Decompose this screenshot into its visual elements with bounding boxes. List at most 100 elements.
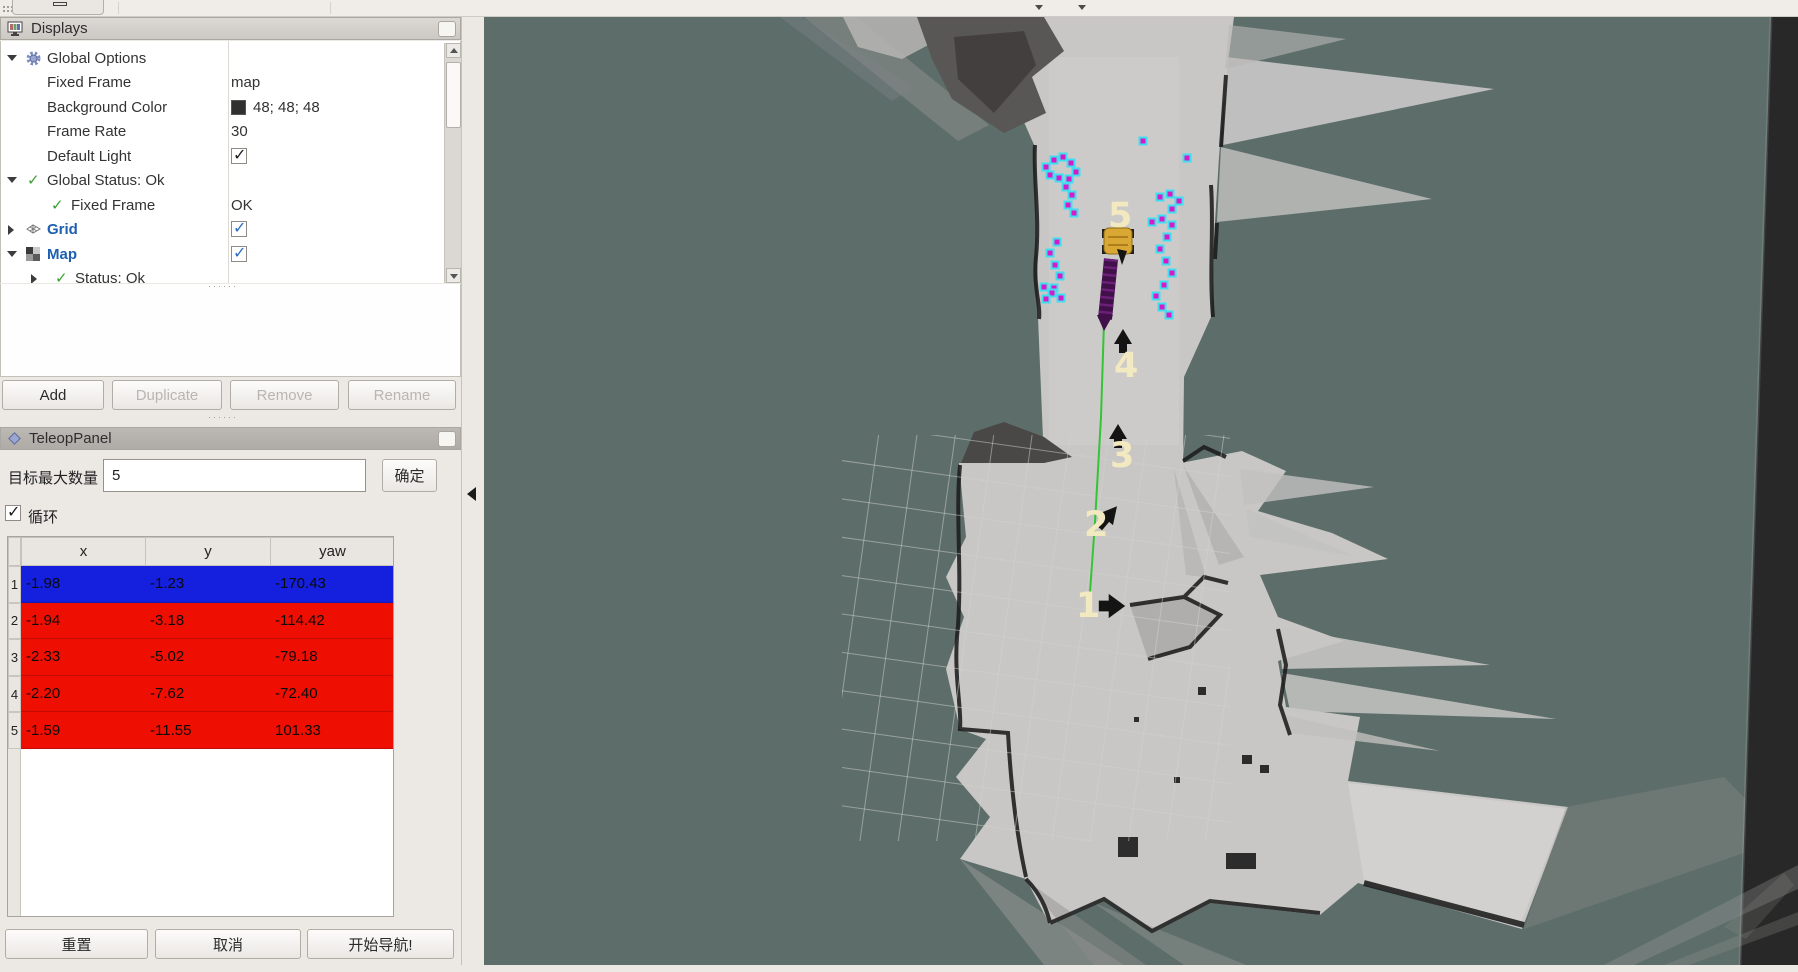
displays-panel-title: Displays xyxy=(31,20,88,37)
tree-label: Status: Ok xyxy=(75,270,145,283)
tree-label: Fixed Frame xyxy=(71,197,155,214)
row-number[interactable]: 1 xyxy=(8,566,21,603)
confirm-button[interactable]: 确定 xyxy=(382,459,437,492)
row-number[interactable]: 2 xyxy=(8,603,21,640)
goal-cell-y[interactable]: -1.23 xyxy=(145,566,271,603)
status-ok-check-icon: ✓ xyxy=(27,171,40,189)
tree-row-fixed-frame-status[interactable]: ✓ Fixed Frame OK xyxy=(1,194,444,218)
row-number[interactable]: 4 xyxy=(8,676,21,713)
start-navigation-button[interactable]: 开始导航! xyxy=(307,929,454,959)
tree-row-background-color[interactable]: Background Color 48; 48; 48 xyxy=(1,96,444,120)
top-toolbar xyxy=(0,0,1798,17)
max-goal-label: 目标最大数量 xyxy=(8,467,98,488)
expander-right-icon[interactable] xyxy=(31,274,37,283)
status-ok-check-icon: ✓ xyxy=(55,269,68,283)
goal-cell-yaw[interactable]: -114.42 xyxy=(270,603,394,640)
fixed-frame-value[interactable]: map xyxy=(231,74,260,91)
status-ok-check-icon: ✓ xyxy=(51,196,64,214)
expander-down-icon[interactable] xyxy=(7,55,17,61)
goal-cell-yaw[interactable]: 101.33 xyxy=(270,712,394,749)
grid-enabled-checkbox[interactable] xyxy=(231,221,247,237)
tree-row-map[interactable]: Map xyxy=(1,243,444,267)
rename-display-button[interactable]: Rename xyxy=(348,380,456,410)
waypoint-label: 1 xyxy=(1076,586,1100,626)
tree-label: Grid xyxy=(47,221,78,238)
goal-table[interactable]: x y yaw 1-1.98-1.23-170.432-1.94-3.18-11… xyxy=(7,536,394,917)
tree-row-global-options[interactable]: Global Options xyxy=(1,47,444,71)
dock-collapse-arrow-icon[interactable] xyxy=(467,487,476,501)
toolbar-tool-button[interactable] xyxy=(12,0,104,15)
goal-cell-yaw[interactable]: -170.43 xyxy=(270,566,394,603)
expander-right-icon[interactable] xyxy=(8,225,14,235)
loop-checkbox[interactable] xyxy=(5,505,21,521)
gear-icon xyxy=(25,50,42,67)
goal-cell-x[interactable]: -2.20 xyxy=(21,676,146,713)
waypoint-label: 2 xyxy=(1084,505,1108,545)
fixed-frame-status-value: OK xyxy=(231,197,253,214)
dropdown-arrow-icon[interactable] xyxy=(1035,5,1043,10)
dock-splitter-dots[interactable]: ······ xyxy=(208,412,238,422)
tree-row-default-light[interactable]: Default Light xyxy=(1,145,444,169)
goal-cell-x[interactable]: -1.94 xyxy=(21,603,146,640)
column-header-x[interactable]: x xyxy=(21,537,146,566)
background-color-value[interactable]: 48; 48; 48 xyxy=(253,99,320,116)
goal-cell-y[interactable]: -5.02 xyxy=(145,639,271,676)
goal-cell-y[interactable]: -7.62 xyxy=(145,676,271,713)
dock-edge xyxy=(461,17,462,965)
goal-cell-y[interactable]: -3.18 xyxy=(145,603,271,640)
duplicate-display-button[interactable]: Duplicate xyxy=(112,380,222,410)
map-enabled-checkbox[interactable] xyxy=(231,246,247,262)
column-header-yaw[interactable]: yaw xyxy=(270,537,394,566)
map-viewport[interactable]: 12345 xyxy=(484,17,1798,965)
max-goal-input[interactable] xyxy=(103,459,366,492)
row-number[interactable]: 3 xyxy=(8,639,21,676)
tree-row-frame-rate[interactable]: Frame Rate 30 xyxy=(1,120,444,144)
goal-cell-x[interactable]: -2.33 xyxy=(21,639,146,676)
tool-icon xyxy=(53,2,67,6)
displays-icon xyxy=(7,21,24,37)
tree-label: Global Status: Ok xyxy=(47,172,165,189)
displays-panel-header[interactable]: Displays xyxy=(0,17,461,40)
column-header-y[interactable]: y xyxy=(145,537,271,566)
displays-list-empty-area[interactable] xyxy=(0,284,461,377)
remove-display-button[interactable]: Remove xyxy=(230,380,339,410)
teleop-panel-title: TeleopPanel xyxy=(29,430,112,447)
scrollbar-thumb[interactable] xyxy=(446,62,461,128)
tree-label: Default Light xyxy=(47,148,131,165)
reset-button[interactable]: 重置 xyxy=(5,929,148,959)
tree-label: Frame Rate xyxy=(47,123,126,140)
grid-display-icon xyxy=(25,222,42,236)
default-light-checkbox[interactable] xyxy=(231,148,247,164)
dock-splitter-dots[interactable]: ······ xyxy=(208,281,238,291)
scroll-down-button[interactable] xyxy=(446,268,461,283)
dropdown-arrow-icon[interactable] xyxy=(1078,5,1086,10)
goal-cell-y[interactable]: -11.55 xyxy=(145,712,271,749)
toolbar-separator xyxy=(118,2,119,14)
row-number[interactable]: 5 xyxy=(8,712,21,749)
loop-label: 循环 xyxy=(28,506,58,527)
map-display-icon xyxy=(25,246,41,262)
panel-float-button[interactable] xyxy=(438,431,456,447)
tree-row-fixed-frame[interactable]: Fixed Frame map xyxy=(1,71,444,95)
goal-cell-x[interactable]: -1.98 xyxy=(21,566,146,603)
cancel-button[interactable]: 取消 xyxy=(155,929,301,959)
add-display-button[interactable]: Add xyxy=(2,380,104,410)
goal-cell-yaw[interactable]: -79.18 xyxy=(270,639,394,676)
frame-rate-value[interactable]: 30 xyxy=(231,123,248,140)
expander-down-icon[interactable] xyxy=(7,251,17,257)
teleop-panel-header[interactable]: TeleopPanel xyxy=(0,427,461,450)
row-number-strip xyxy=(8,749,21,917)
tree-row-global-status[interactable]: ✓ Global Status: Ok xyxy=(1,169,444,193)
scroll-up-button[interactable] xyxy=(446,43,461,58)
displays-tree[interactable]: Global Options Fixed Frame map Backgroun… xyxy=(0,41,461,283)
goal-cell-yaw[interactable]: -72.40 xyxy=(270,676,394,713)
toolbar-grip-icon[interactable] xyxy=(2,5,12,13)
tree-row-grid[interactable]: Grid xyxy=(1,218,444,242)
table-corner-header xyxy=(8,537,21,566)
tree-scrollbar[interactable] xyxy=(444,43,461,283)
teleop-panel-icon xyxy=(7,431,22,446)
panel-float-button[interactable] xyxy=(438,21,456,37)
expander-down-icon[interactable] xyxy=(7,177,17,183)
goal-cell-x[interactable]: -1.59 xyxy=(21,712,146,749)
color-swatch[interactable] xyxy=(231,100,246,115)
